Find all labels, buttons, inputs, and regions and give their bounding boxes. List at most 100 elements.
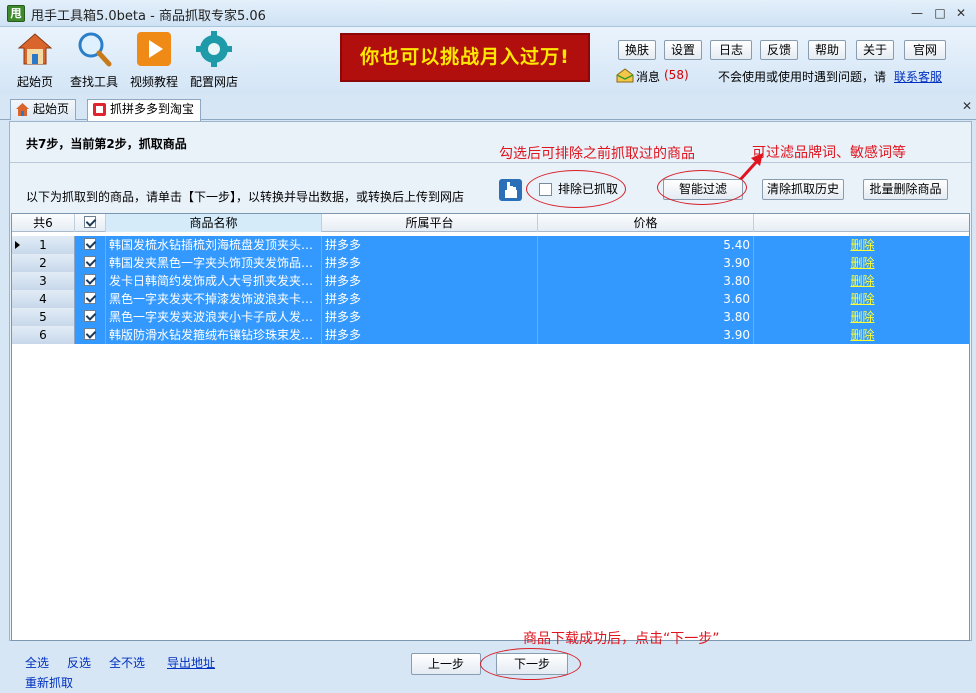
row-number: 5 [12,308,75,326]
header-price[interactable]: 价格 [538,214,754,232]
product-platform: 拼多多 [322,308,538,326]
product-price: 3.90 [538,326,754,344]
home-icon [16,103,29,116]
product-grid: 共6 商品名称 所属平台 价格 1 韩国发梳水钻插梳刘海梳盘发顶夹头… 拼多多 … [11,213,970,641]
message-label[interactable]: 消息 [636,68,660,86]
instruction-text: 以下为抓取到的商品，请单击【下一步】，以转换并导出数据，或转换后上传到网店 [26,190,465,204]
about-button[interactable]: 关于 [856,40,894,60]
close-icon[interactable]: ✕ [952,4,970,22]
row-select[interactable] [75,254,106,272]
product-name: 发卡日韩简约发饰成人大号抓夹发夹… [106,272,322,290]
message-count[interactable]: (58) [664,68,689,86]
tab-home[interactable]: 起始页 [10,99,77,120]
product-name: 黑色一字夹发夹波浪夹小卡子成人发… [106,308,322,326]
delete-link[interactable]: 删除 [754,308,969,326]
export-address-link[interactable]: 导出地址 [167,654,215,671]
product-name: 黑色一字夹发夹不掉漆发饰波浪夹卡… [106,290,322,308]
feedback-button[interactable]: 反馈 [760,40,798,60]
table-row[interactable]: 4 黑色一字夹发夹不掉漆发饰波浪夹卡… 拼多多 3.60 删除 [12,290,969,308]
log-button[interactable]: 日志 [710,40,752,60]
table-row[interactable]: 1 韩国发梳水钻插梳刘海梳盘发顶夹头… 拼多多 5.40 删除 [12,236,969,254]
batch-delete-button[interactable]: 批量删除商品 [863,179,948,200]
current-row-icon [15,241,20,249]
delete-link[interactable]: 删除 [754,254,969,272]
search-icon [78,32,112,67]
delete-link[interactable]: 删除 [754,326,969,344]
product-platform: 拼多多 [322,272,538,290]
product-name: 韩国发梳水钻插梳刘海梳盘发顶夹头… [106,236,322,254]
row-checkbox[interactable] [84,310,96,322]
video-play-icon [137,32,171,66]
grid-header: 共6 商品名称 所属平台 价格 [12,214,969,232]
clear-history-button[interactable]: 清除抓取历史 [762,179,844,200]
delete-link[interactable]: 删除 [754,272,969,290]
row-number: 4 [12,290,75,308]
delete-link[interactable]: 删除 [754,236,969,254]
tab-strip: 起始页 抓拼多多到淘宝 ✕ [0,95,976,121]
table-row[interactable]: 2 韩国发夹黑色一字夹头饰顶夹发饰品… 拼多多 3.90 删除 [12,254,969,272]
product-price: 3.80 [538,308,754,326]
hand-pointer-icon[interactable] [499,179,522,201]
row-select[interactable] [75,236,106,254]
tag-icon [93,103,106,116]
header-select-all[interactable] [75,214,106,232]
prev-step-button[interactable]: 上一步 [411,653,481,675]
header-count: 共6 [12,214,75,232]
table-row[interactable]: 5 黑色一字夹发夹波浪夹小卡子成人发… 拼多多 3.80 删除 [12,308,969,326]
contact-support-link[interactable]: 联系客服 [894,68,942,86]
exclude-annotation: 勾选后可排除之前抓取过的商品 [499,146,695,162]
home-button[interactable]: 起始页 [5,29,65,93]
row-checkbox[interactable] [84,292,96,304]
window-title: 甩手工具箱5.0beta - 商品抓取专家5.06 [31,9,266,24]
step-indicator: 共7步，当前第2步，抓取商品 [26,137,187,151]
row-checkbox[interactable] [84,238,96,250]
minimize-icon[interactable]: — [908,4,926,22]
row-number: 1 [12,236,75,254]
envelope-icon[interactable] [616,67,634,83]
help-text: 不会使用或使用时遇到问题，请 [718,70,887,84]
configure-shop-button[interactable]: 配置网店 [184,29,244,93]
find-tools-button[interactable]: 查找工具 [64,29,124,93]
skin-button[interactable]: 换肤 [618,40,656,60]
promo-banner[interactable]: 你也可以挑战月入过万! [340,33,590,82]
help-button[interactable]: 帮助 [808,40,846,60]
filter-annotation: 可过滤品牌词、敏感词等 [752,145,906,161]
settings-button[interactable]: 设置 [664,40,702,60]
row-checkbox[interactable] [84,256,96,268]
title-bar: 甩 甩手工具箱5.0beta - 商品抓取专家5.06 — □ ✕ [0,0,976,27]
row-select[interactable] [75,272,106,290]
select-all-checkbox[interactable] [84,216,96,228]
row-checkbox[interactable] [84,274,96,286]
row-number: 2 [12,254,75,272]
product-name: 韩版防滑水钻发箍绒布镶钻珍珠束发… [106,326,322,344]
divider [10,162,971,163]
table-row[interactable]: 6 韩版防滑水钻发箍绒布镶钻珍珠束发… 拼多多 3.90 删除 [12,326,969,344]
invert-selection-link[interactable]: 反选 [67,654,91,671]
delete-link[interactable]: 删除 [754,290,969,308]
close-tab-icon[interactable]: ✕ [962,99,972,113]
filter-highlight-oval [657,170,747,205]
next-step-annotation: 商品下载成功后，点击“下一步” [523,631,720,647]
header-platform[interactable]: 所属平台 [322,214,538,232]
row-select[interactable] [75,326,106,344]
row-select[interactable] [75,308,106,326]
table-row[interactable]: 3 发卡日韩简约发饰成人大号抓夹发夹… 拼多多 3.80 删除 [12,272,969,290]
tab-pdd-to-taobao[interactable]: 抓拼多多到淘宝 [87,99,202,121]
refetch-link[interactable]: 重新抓取 [25,674,73,691]
select-none-link[interactable]: 全不选 [109,654,145,671]
header-action [754,214,969,232]
official-site-button[interactable]: 官网 [904,40,946,60]
video-tutorial-button[interactable]: 视频教程 [124,29,184,93]
home-icon [17,33,53,65]
gear-icon [196,31,232,67]
header-name[interactable]: 商品名称 [106,214,322,232]
select-all-link[interactable]: 全选 [25,654,49,671]
exclude-highlight-oval [526,170,626,208]
product-price: 3.80 [538,272,754,290]
row-checkbox[interactable] [84,328,96,340]
product-platform: 拼多多 [322,290,538,308]
row-select[interactable] [75,290,106,308]
next-highlight-oval [480,648,581,680]
product-price: 3.60 [538,290,754,308]
maximize-icon[interactable]: □ [931,4,949,22]
